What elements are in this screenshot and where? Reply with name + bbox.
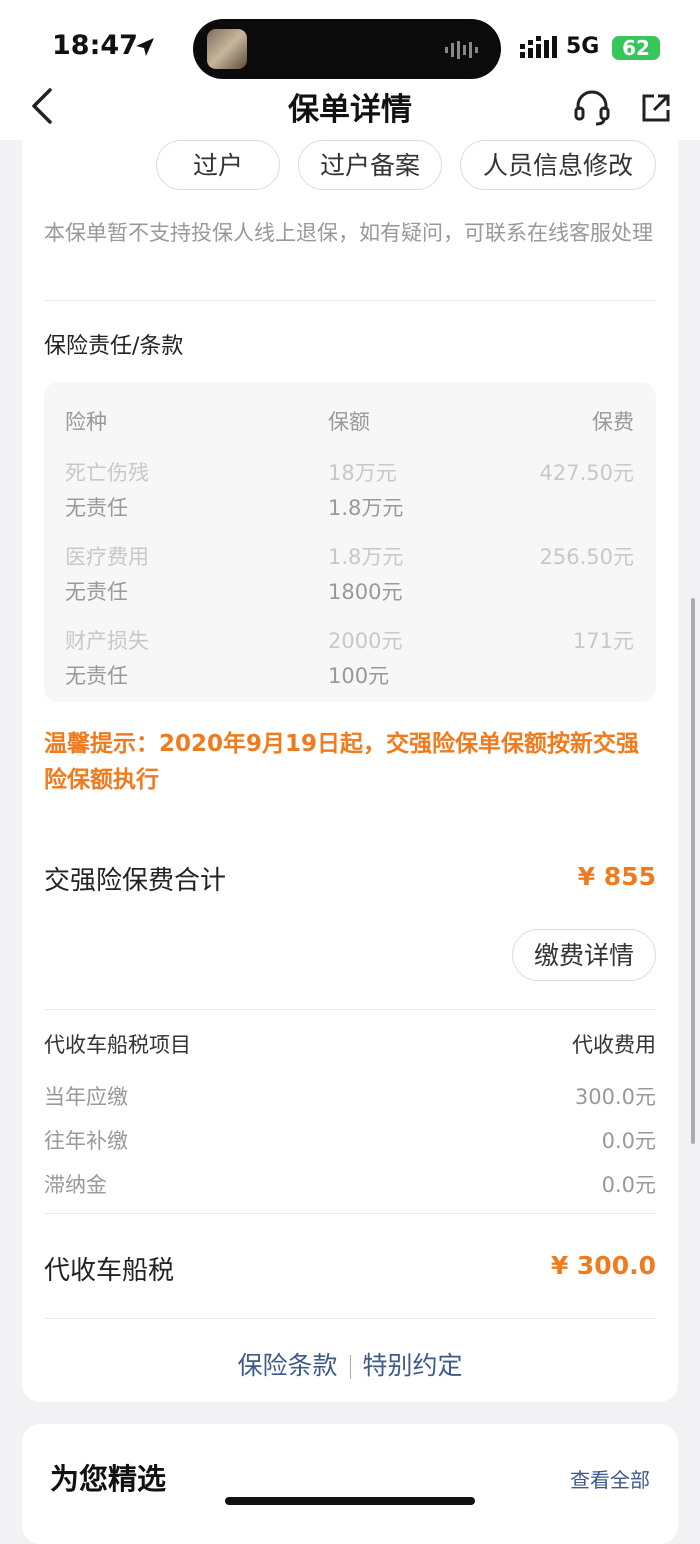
coverage-section-title: 保险责任/条款 <box>44 334 184 359</box>
nav-header: 保单详情 <box>0 80 700 140</box>
policy-detail-card: 过户 过户备案 人员信息修改 本保单暂不支持投保人线上退保，如有疑问，可联系在线… <box>22 140 678 1402</box>
tax-header-item: 代收车船税项目 <box>44 1033 191 1057</box>
warm-tip: 温馨提示：2020年9月19日起，交强险保单保额按新交强险保额执行 <box>44 731 640 793</box>
row-sub-amount: 1800元 <box>328 580 403 604</box>
row-amount: 1.8万元 <box>328 545 404 569</box>
row-premium: 256.50元 <box>539 545 634 569</box>
row-amount: 2000元 <box>328 629 403 653</box>
audio-wave-icon <box>445 41 478 59</box>
network-type: 5G <box>566 34 600 59</box>
divider <box>44 1009 656 1010</box>
row-sub-kind: 无责任 <box>65 496 128 520</box>
refund-note: 本保单暂不支持投保人线上退保，如有疑问，可联系在线客服处理 <box>44 221 653 245</box>
row-premium: 427.50元 <box>539 461 634 485</box>
transfer-record-button[interactable]: 过户备案 <box>298 140 442 190</box>
row-sub-kind: 无责任 <box>65 664 128 688</box>
row-sub-amount: 1.8万元 <box>328 496 404 520</box>
row-sub-kind: 无责任 <box>65 580 128 604</box>
special-agreement-link[interactable]: 特别约定 <box>363 1351 463 1380</box>
premium-total-amount: ¥ 855 <box>577 862 656 891</box>
col-header-kind: 险种 <box>65 410 107 434</box>
link-separator <box>349 1355 351 1379</box>
row-kind: 财产损失 <box>65 629 149 653</box>
see-all-link[interactable]: 查看全部 <box>570 1464 650 1493</box>
now-playing-artwork <box>207 29 247 69</box>
row-sub-amount: 100元 <box>328 664 390 688</box>
insurance-terms-link[interactable]: 保险条款 <box>237 1351 337 1380</box>
policy-links: 保险条款 特别约定 <box>22 1346 678 1382</box>
home-indicator[interactable] <box>225 1497 475 1505</box>
divider <box>44 1213 656 1214</box>
status-time: 18:47 <box>52 30 138 61</box>
status-bar: 18:47 5G 62 <box>0 0 700 80</box>
battery-indicator: 62 <box>612 36 660 60</box>
row-kind: 医疗费用 <box>65 545 149 569</box>
tax-row-fee: 0.0元 <box>601 1129 656 1153</box>
scrollbar[interactable] <box>691 598 695 1144</box>
edit-personal-info-button[interactable]: 人员信息修改 <box>460 140 656 190</box>
transfer-button[interactable]: 过户 <box>156 140 280 190</box>
signal-icon <box>520 36 557 58</box>
row-kind: 死亡伤残 <box>65 461 149 485</box>
dynamic-island <box>193 19 501 79</box>
vehicle-tax-total-label: 代收车船税 <box>44 1256 175 1286</box>
tax-row-fee: 0.0元 <box>601 1173 656 1197</box>
recommend-title: 为您精选 <box>50 1462 167 1496</box>
vehicle-tax-total-amount: ¥ 300.0 <box>550 1251 656 1280</box>
col-header-amount: 保额 <box>328 410 370 434</box>
divider <box>44 1318 656 1319</box>
divider <box>44 300 656 301</box>
location-arrow-icon <box>136 38 154 56</box>
tax-row-item: 当年应缴 <box>44 1085 128 1109</box>
tax-header-fee: 代收费用 <box>572 1033 656 1057</box>
share-external-icon[interactable] <box>640 92 672 124</box>
col-header-premium: 保费 <box>592 410 634 434</box>
tax-row-item: 滞纳金 <box>44 1173 107 1197</box>
tax-row-item: 往年补缴 <box>44 1129 128 1153</box>
row-premium: 171元 <box>572 629 634 653</box>
coverage-table: 险种 保额 保费 死亡伤残 18万元 427.50元 无责任 1.8万元 医疗费… <box>44 382 656 702</box>
premium-total-label: 交强险保费合计 <box>44 866 227 896</box>
payment-detail-button[interactable]: 缴费详情 <box>512 929 656 981</box>
customer-service-headset-icon[interactable] <box>574 90 610 126</box>
recommend-card: 为您精选 查看全部 <box>22 1424 678 1544</box>
tax-row-fee: 300.0元 <box>574 1085 656 1109</box>
row-amount: 18万元 <box>328 461 397 485</box>
